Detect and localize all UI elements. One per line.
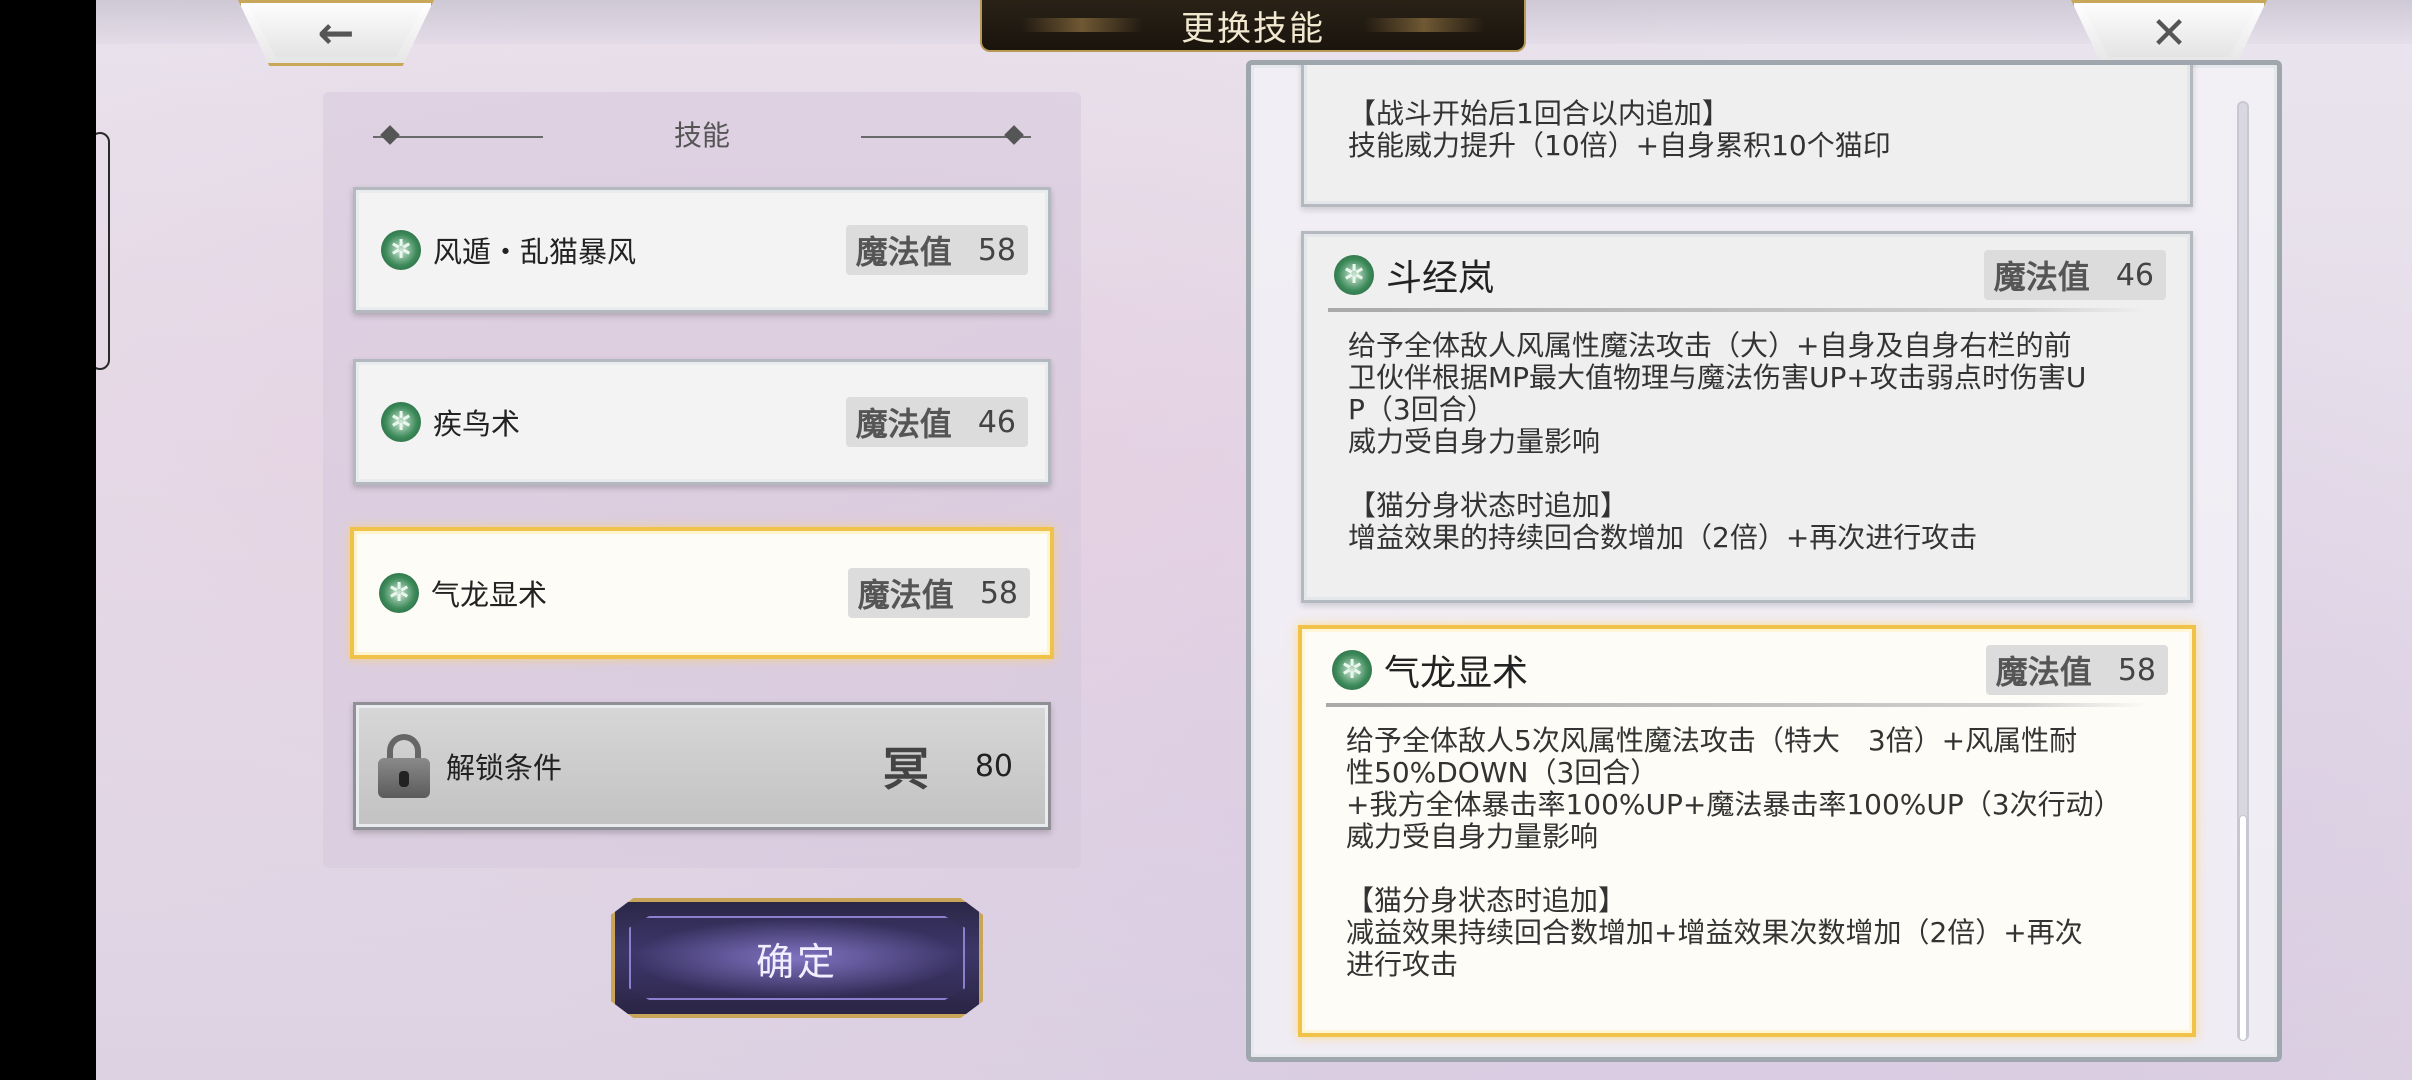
- mp-label: 魔法值: [857, 576, 954, 614]
- unlock-condition-label: 解锁条件: [446, 751, 563, 785]
- mp-cost: 魔法值 58: [1985, 645, 2168, 695]
- skill-detail-panel[interactable]: 【战斗开始后1回合以内追加】 技能威力提升（10倍）+自身累积10个猫印 ✲ 斗…: [1246, 60, 2282, 1062]
- lock-icon: [378, 734, 430, 798]
- mp-value: 58: [977, 232, 1016, 268]
- divider: [1328, 308, 2146, 312]
- mp-value: 46: [977, 404, 1016, 440]
- page-title: 更换技能: [980, 0, 1526, 52]
- skill-detail-name: 气龙显术: [1384, 653, 1529, 694]
- close-icon: ✕: [2150, 7, 2188, 59]
- skill-detail-card-partial: 【战斗开始后1回合以内追加】 技能威力提升（10倍）+自身累积10个猫印: [1301, 65, 2193, 207]
- mp-label: 魔法值: [855, 233, 952, 271]
- wind-emblem-icon: ✲: [1334, 255, 1374, 295]
- back-button[interactable]: ←: [238, 0, 434, 66]
- skill-detail-text: 给予全体敌人5次风属性魔法攻击（特大 3倍）+风属性耐 性50%DOWN（3回合…: [1346, 724, 2122, 981]
- scrollbar[interactable]: [2237, 101, 2249, 1041]
- skill-detail-name: 斗经岚: [1386, 258, 1495, 299]
- skill-name: 气龙显术: [431, 578, 548, 612]
- skill-detail-header: ✲ 气龙显术 魔法值 58: [1326, 629, 2168, 701]
- divider: [1326, 703, 2148, 707]
- screen-edge-decoration: [96, 132, 110, 370]
- mp-cost: 魔法值 46: [845, 397, 1028, 447]
- confirm-button[interactable]: 确定: [611, 898, 983, 1018]
- mp-label: 魔法值: [1993, 258, 2090, 296]
- skill-detail-text: 给予全体敌人风属性魔法攻击（大）+自身及自身右栏的前 卫伙伴根据MP最大值物理与…: [1348, 329, 2087, 554]
- mp-cost: 魔法值 58: [847, 568, 1030, 618]
- skill-detail-text: 【战斗开始后1回合以内追加】 技能威力提升（10倍）+自身累积10个猫印: [1348, 97, 1891, 162]
- close-button[interactable]: ✕: [2071, 0, 2267, 66]
- unlock-cost: 80: [974, 748, 1013, 784]
- skill-slot-1[interactable]: ✲ 风遁・乱猫暴风 魔法值 58: [353, 187, 1051, 313]
- mp-cost: 魔法值 46: [1983, 250, 2166, 300]
- game-screen: ← 更换技能 ✕ 技能 ✲ 风遁・乱猫暴风 魔法值 58 ✲ 疾鸟术 魔法值 4…: [96, 0, 2412, 1080]
- scrollbar-thumb[interactable]: [2239, 815, 2247, 1041]
- skill-detail-card-selected: ✲ 气龙显术 魔法值 58 给予全体敌人5次风属性魔法攻击（特大 3倍）+风属性…: [1298, 625, 2196, 1037]
- wind-emblem-icon: ✲: [381, 230, 421, 270]
- skill-slot-2[interactable]: ✲ 疾鸟术 魔法值 46: [353, 359, 1051, 485]
- skill-name: 风遁・乱猫暴风: [433, 235, 637, 269]
- mp-value: 46: [2115, 257, 2154, 293]
- wind-emblem-icon: ✲: [381, 402, 421, 442]
- skill-list-panel: 技能 ✲ 风遁・乱猫暴风 魔法值 58 ✲ 疾鸟术 魔法值 46 ✲ 气龙显术 …: [323, 92, 1081, 868]
- skill-list-header: 技能: [673, 119, 730, 152]
- skill-detail-card: ✲ 斗经岚 魔法值 46 给予全体敌人风属性魔法攻击（大）+自身及自身右栏的前 …: [1301, 231, 2193, 603]
- mp-value: 58: [979, 575, 1018, 611]
- currency-icon: 冥: [882, 742, 929, 796]
- skill-slot-3-selected[interactable]: ✲ 气龙显术 魔法值 58: [350, 527, 1054, 659]
- confirm-label: 确定: [755, 939, 838, 984]
- skill-detail-header: ✲ 斗经岚 魔法值 46: [1328, 234, 2166, 306]
- locked-skill-slot[interactable]: 解锁条件 冥 80: [353, 702, 1051, 830]
- skill-name: 疾鸟术: [433, 407, 521, 441]
- mp-cost: 魔法值 58: [845, 225, 1028, 275]
- back-arrow-icon: ←: [317, 7, 355, 59]
- page-title-text: 更换技能: [1181, 8, 1325, 49]
- wind-emblem-icon: ✲: [379, 573, 419, 613]
- mp-label: 魔法值: [1995, 653, 2092, 691]
- wind-emblem-icon: ✲: [1332, 650, 1372, 690]
- mp-value: 58: [2117, 652, 2156, 688]
- mp-label: 魔法值: [855, 405, 952, 443]
